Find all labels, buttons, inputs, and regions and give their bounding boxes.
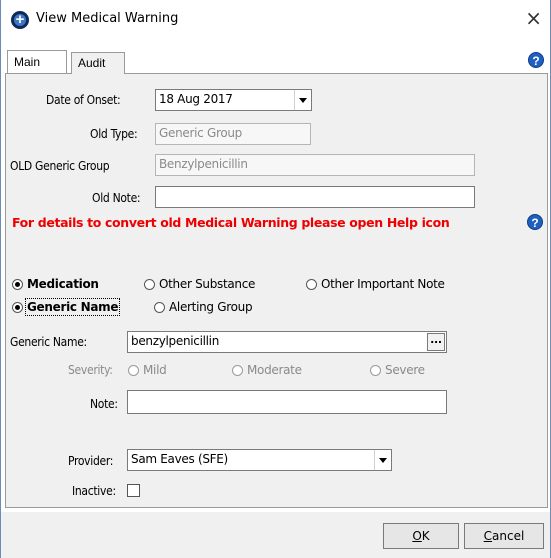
note-field[interactable] (127, 390, 447, 414)
radio-other-important-note[interactable]: Other Important Note (306, 277, 445, 291)
radio-medication[interactable]: Medication (12, 277, 99, 291)
cancel-mnemonic: C (483, 529, 493, 543)
radio-moderate-label: Moderate (247, 363, 302, 377)
help-icon-inline[interactable]: ? (527, 214, 543, 230)
tab-strip: Main Audit (5, 50, 548, 74)
radio-severity-mild[interactable]: Mild (128, 363, 167, 377)
radio-generic-name[interactable]: Generic Name (12, 298, 121, 316)
radio-generic-name-label: Generic Name (24, 298, 121, 316)
view-medical-warning-dialog: View Medical Warning × Main Audit ? Date… (0, 0, 551, 558)
old-type-label: Old Type: (90, 127, 138, 141)
ok-button[interactable]: OK (383, 523, 459, 549)
date-of-onset-combo[interactable]: 18 Aug 2017 (155, 89, 312, 111)
inactive-checkbox[interactable] (127, 484, 140, 497)
tab-audit[interactable]: Audit (71, 52, 125, 74)
chevron-down-icon[interactable] (374, 450, 391, 470)
radio-severe-label: Severe (385, 363, 425, 377)
inactive-label: Inactive: (72, 484, 116, 498)
provider-value: Sam Eaves (SFE) (131, 452, 228, 466)
old-type-value: Generic Group (159, 126, 242, 140)
old-note-label: Old Note: (92, 191, 141, 205)
radio-other-important-note-label: Other Important Note (321, 277, 445, 291)
date-of-onset-value: 18 Aug 2017 (159, 92, 233, 106)
dialog-footer: OK Cancel (1, 512, 550, 558)
radio-severity-severe[interactable]: Severe (370, 363, 425, 377)
generic-name-field[interactable]: benzylpenicillin ... (127, 331, 447, 353)
old-note-field[interactable] (155, 186, 475, 208)
chevron-down-icon[interactable] (294, 90, 311, 110)
title-bar: View Medical Warning × (1, 0, 550, 38)
radio-medication-label: Medication (27, 277, 99, 291)
radio-indicator (12, 278, 23, 290)
radio-other-substance[interactable]: Other Substance (144, 277, 255, 291)
severity-label: Severity: (68, 363, 113, 377)
generic-name-value: benzylpenicillin (131, 334, 220, 348)
app-plus-circle-icon (11, 10, 29, 29)
radio-indicator (232, 364, 243, 376)
main-tab-panel: Date of Onset: 18 Aug 2017 Old Type: Gen… (5, 74, 548, 508)
old-generic-group-label: OLD Generic Group (10, 159, 110, 173)
radio-indicator (306, 278, 317, 290)
radio-indicator (154, 301, 165, 313)
convert-warning-text: For details to convert old Medical Warni… (12, 215, 450, 230)
close-icon[interactable]: × (525, 6, 542, 30)
radio-mild-label: Mild (143, 363, 167, 377)
tab-main[interactable]: Main (7, 50, 67, 73)
help-icon[interactable]: ? (528, 52, 544, 68)
cancel-button[interactable]: Cancel (464, 523, 544, 549)
window-title: View Medical Warning (36, 11, 179, 26)
radio-alerting-group-label: Alerting Group (169, 300, 253, 314)
old-generic-group-value: Benzylpenicillin (159, 157, 248, 171)
cancel-label: ancel (492, 529, 525, 543)
radio-other-substance-label: Other Substance (159, 277, 256, 291)
radio-alerting-group[interactable]: Alerting Group (154, 300, 253, 314)
note-label: Note: (90, 397, 118, 411)
old-type-field: Generic Group (155, 123, 311, 145)
radio-indicator (128, 364, 139, 376)
radio-indicator (12, 301, 23, 313)
provider-label: Provider: (68, 454, 114, 468)
date-of-onset-label: Date of Onset: (46, 93, 121, 107)
browse-ellipsis-button[interactable]: ... (427, 333, 445, 351)
generic-name-label: Generic Name: (10, 335, 87, 349)
old-generic-group-field: Benzylpenicillin (155, 154, 475, 176)
ok-mnemonic: O (412, 529, 422, 543)
provider-combo[interactable]: Sam Eaves (SFE) (127, 449, 392, 471)
radio-indicator (144, 278, 155, 290)
radio-indicator (370, 364, 381, 376)
ok-label: K (421, 529, 430, 543)
radio-severity-moderate[interactable]: Moderate (232, 363, 302, 377)
